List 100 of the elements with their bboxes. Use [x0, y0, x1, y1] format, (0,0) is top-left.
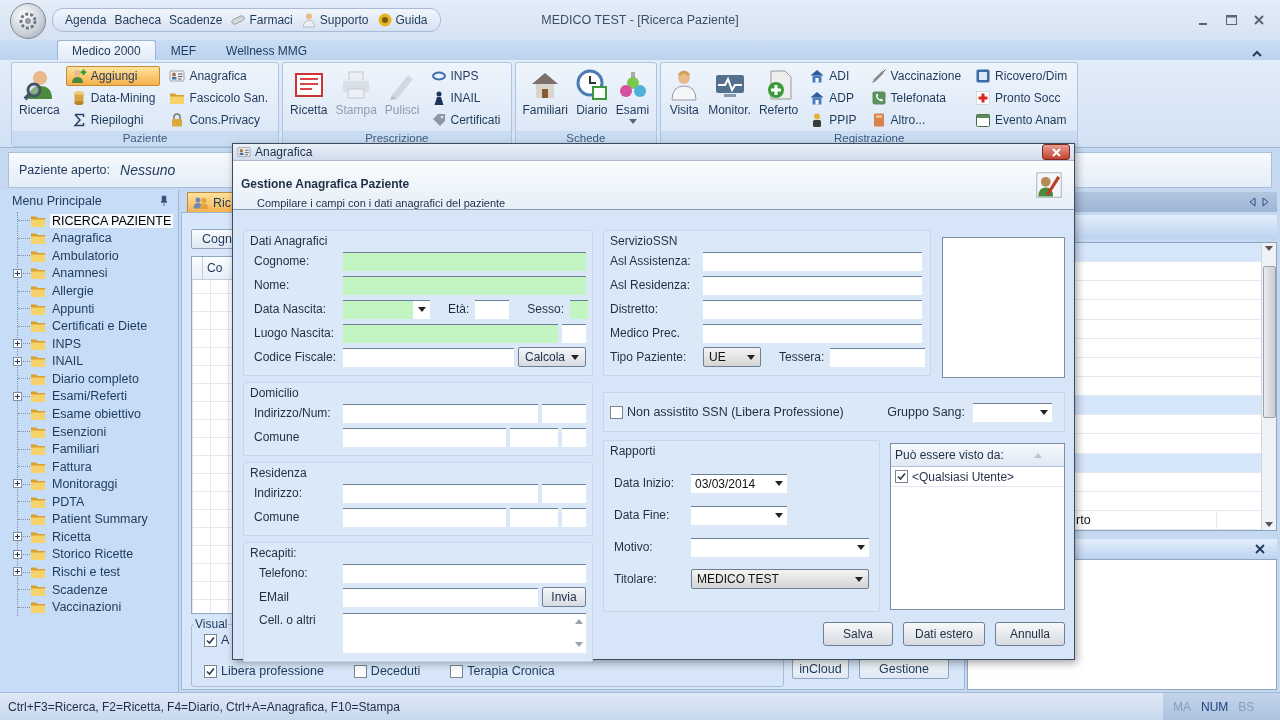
input-field[interactable]	[562, 427, 586, 447]
ribbon-button[interactable]: ADP	[804, 88, 862, 108]
dialog-button[interactable]: Salva	[823, 622, 893, 646]
close-icon[interactable]	[1255, 544, 1265, 554]
ribbon-tab[interactable]: Wellness MMG	[211, 40, 323, 60]
checkbox[interactable]	[204, 664, 217, 678]
menu-item[interactable]: Appunti	[50, 301, 97, 316]
input-field[interactable]	[562, 323, 586, 343]
expand-icon[interactable]	[13, 532, 22, 542]
ribbon-button[interactable]: Esami	[613, 66, 652, 127]
collapse-button[interactable]	[1252, 50, 1262, 58]
toolbar-item[interactable]: Bacheca	[114, 13, 162, 27]
input-field[interactable]	[703, 251, 922, 271]
expand-icon[interactable]	[13, 549, 22, 559]
menu-item[interactable]: INPS	[50, 336, 84, 351]
input-field[interactable]	[343, 403, 538, 423]
ribbon-button[interactable]: INAIL	[425, 88, 506, 108]
ribbon-button[interactable]: Anagrafica	[164, 66, 274, 86]
ribbon-button[interactable]: Ricovero/Dim	[970, 66, 1073, 86]
input-field[interactable]	[542, 483, 586, 503]
menu-item[interactable]: INAIL	[50, 354, 86, 369]
input-field[interactable]	[542, 403, 586, 423]
ribbon-button[interactable]: Evento Anam	[970, 110, 1073, 130]
checkbox[interactable]	[610, 405, 623, 419]
scrollbar[interactable]	[1261, 243, 1276, 530]
combo-box[interactable]: 03/03/2014	[691, 473, 787, 493]
menu-item[interactable]: Rischi e test	[50, 565, 123, 580]
input-field[interactable]	[830, 347, 926, 367]
menu-item[interactable]: Diario completo	[50, 371, 141, 386]
ribbon-button[interactable]: Ricerca	[17, 66, 62, 120]
menu-item[interactable]: Familiari	[50, 442, 102, 457]
ribbon-tab[interactable]: MEF	[155, 40, 212, 60]
scroll-right-icon[interactable]	[1262, 197, 1269, 207]
dropdown[interactable]: MEDICO TEST	[691, 569, 869, 589]
ribbon-button[interactable]: Altro...	[865, 110, 967, 130]
checkbox[interactable]	[450, 664, 464, 678]
input-field[interactable]	[343, 587, 538, 607]
input-field[interactable]	[562, 507, 586, 527]
checkbox[interactable]	[353, 664, 367, 678]
input-field[interactable]	[570, 299, 588, 319]
input-field[interactable]	[343, 323, 558, 343]
ribbon-button[interactable]: Aggiungi	[65, 66, 161, 86]
menu-item[interactable]: PDTA	[50, 494, 87, 509]
menu-item[interactable]: Allergie	[50, 284, 96, 299]
expand-icon[interactable]	[13, 338, 22, 348]
ribbon-button[interactable]: Telefonata	[865, 88, 967, 108]
text-area[interactable]	[343, 613, 586, 653]
ribbon-button[interactable]: Visita	[666, 66, 703, 120]
expand-icon[interactable]	[13, 391, 22, 401]
toolbar-item[interactable]: Agenda	[65, 13, 107, 27]
toolbar-item[interactable]: Farmaci	[230, 12, 293, 28]
input-field[interactable]	[703, 299, 922, 319]
combo-box[interactable]	[973, 402, 1052, 422]
field-button[interactable]: Invia	[542, 587, 586, 607]
expand-icon[interactable]	[13, 268, 22, 278]
ribbon-button[interactable]: Cons.Privacy	[164, 110, 274, 130]
input-field[interactable]	[343, 427, 506, 447]
ribbon-button[interactable]: ADI	[804, 66, 862, 86]
input-field[interactable]	[343, 347, 514, 367]
menu-item[interactable]: Patient Summary	[50, 512, 150, 527]
combo-box[interactable]	[691, 537, 869, 557]
menu-item[interactable]: Esame obiettivo	[50, 406, 143, 421]
menu-item[interactable]: Ricetta	[50, 529, 93, 544]
combo-box[interactable]	[691, 505, 787, 525]
ribbon-button[interactable]: Pronto Socc	[970, 88, 1073, 108]
menu-item[interactable]: Ambulatorio	[50, 248, 121, 263]
expand-icon[interactable]	[13, 356, 22, 366]
ribbon-button[interactable]: Monitor.	[706, 66, 753, 120]
ribbon-button[interactable]: Familiari	[520, 66, 570, 120]
menu-item[interactable]: Certificati e Diete	[50, 319, 150, 334]
dialog-button[interactable]: Dati estero	[903, 622, 985, 646]
toolbar-item[interactable]: Scadenze	[169, 13, 223, 27]
field-button[interactable]: Calcola	[518, 347, 586, 367]
menu-item[interactable]: RICERCA PAZIENTE	[50, 213, 174, 228]
menu-item[interactable]: Vaccinazioni	[50, 600, 124, 615]
menu-item[interactable]: Anamnesi	[50, 266, 110, 281]
ribbon-button[interactable]: Ricetta	[288, 66, 330, 120]
ribbon-button[interactable]: Fascicolo San.	[164, 88, 274, 108]
dialog-button[interactable]: Annulla	[995, 622, 1065, 646]
ribbon-button[interactable]: INPS	[425, 66, 506, 86]
list-item[interactable]: <Qualsiasi Utente>	[912, 469, 1015, 484]
action-button[interactable]: inCloud	[792, 659, 849, 679]
menu-item[interactable]: Scadenze	[50, 582, 110, 597]
input-field[interactable]	[343, 275, 586, 295]
menu-item[interactable]: Esenzioni	[50, 424, 109, 439]
menu-item[interactable]: Storico Ricette	[50, 547, 136, 562]
toolbar-item[interactable]: Guida	[376, 12, 428, 28]
input-field[interactable]	[510, 427, 558, 447]
close-button[interactable]	[1042, 144, 1070, 160]
action-button[interactable]: Gestione	[859, 659, 949, 679]
menu-item[interactable]: Monitoraggi	[50, 477, 120, 492]
input-field[interactable]	[475, 299, 510, 319]
menu-item[interactable]: Anagrafica	[50, 231, 114, 246]
input-field[interactable]	[703, 275, 922, 295]
input-field[interactable]	[343, 251, 586, 271]
input-field[interactable]	[343, 563, 586, 583]
combo-box[interactable]	[343, 299, 430, 319]
input-field[interactable]	[510, 507, 558, 527]
ribbon-button[interactable]: Vaccinazione	[865, 66, 967, 86]
scroll-left-icon[interactable]	[1249, 197, 1256, 207]
